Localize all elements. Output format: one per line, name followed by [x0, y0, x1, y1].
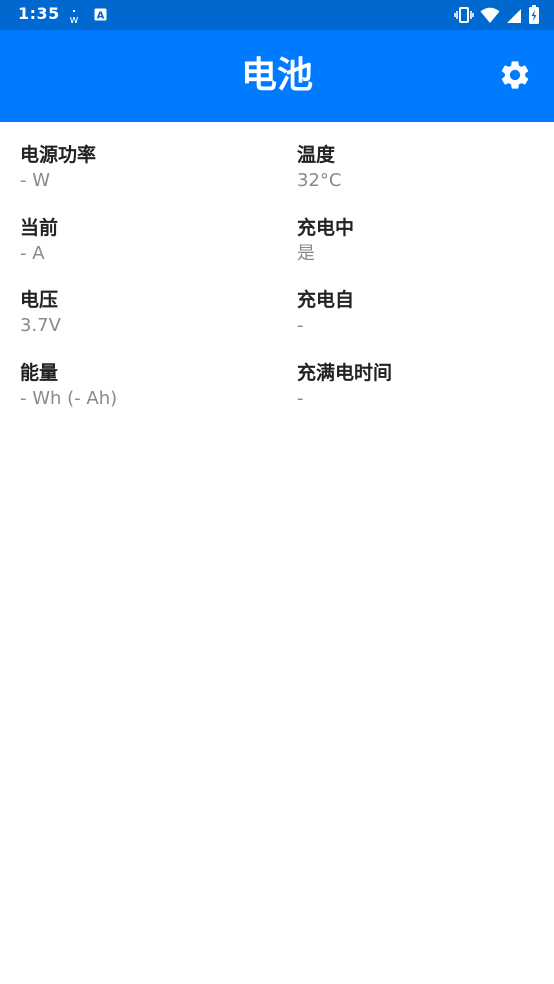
- stat-temperature: 温度 32°C: [297, 142, 537, 193]
- status-bar: 1:35 w A: [0, 0, 554, 30]
- w-icon: w: [70, 10, 79, 26]
- stat-full-charge-time: 充满电时间 -: [297, 360, 537, 411]
- status-time: 1:35: [18, 4, 60, 23]
- stat-label: 电源功率: [20, 144, 97, 166]
- a-icon: A: [94, 8, 107, 21]
- stat-label: 温度: [297, 144, 336, 166]
- stat-charging: 充电中 是: [297, 215, 537, 266]
- stat-power: 电源功率 - W: [20, 142, 260, 193]
- stat-energy: 能量 - Wh (- Ah): [20, 360, 260, 411]
- stat-label: 当前: [20, 217, 59, 239]
- wifi-icon: [480, 7, 500, 23]
- stat-label: 能量: [20, 362, 59, 384]
- gear-icon[interactable]: [498, 58, 532, 92]
- stat-value: -: [297, 315, 304, 336]
- stat-value: 32°C: [297, 170, 342, 191]
- app-bar: 电池: [0, 30, 554, 122]
- stat-value: -: [297, 388, 304, 409]
- stat-value: - Wh (- Ah): [20, 388, 118, 409]
- stat-value: 是: [297, 243, 315, 264]
- status-system-icons: [454, 5, 540, 24]
- stat-current: 当前 - A: [20, 215, 260, 266]
- stat-value: - W: [20, 170, 51, 191]
- signal-icon: [507, 9, 521, 23]
- svg-text:A: A: [97, 11, 105, 22]
- stat-label: 充电中: [297, 217, 355, 239]
- stat-label: 充电自: [297, 289, 355, 311]
- stat-voltage: 电压 3.7V: [20, 287, 260, 338]
- stat-value: 3.7V: [20, 315, 61, 336]
- vibrate-icon: [454, 7, 474, 23]
- page-title: 电池: [240, 55, 313, 96]
- stat-value: - A: [20, 243, 45, 264]
- svg-text:w: w: [70, 13, 79, 26]
- battery-icon: [529, 5, 539, 24]
- stat-charging-source: 充电自 -: [297, 287, 537, 338]
- stat-label: 电压: [20, 289, 59, 311]
- stat-label: 充满电时间: [297, 362, 393, 384]
